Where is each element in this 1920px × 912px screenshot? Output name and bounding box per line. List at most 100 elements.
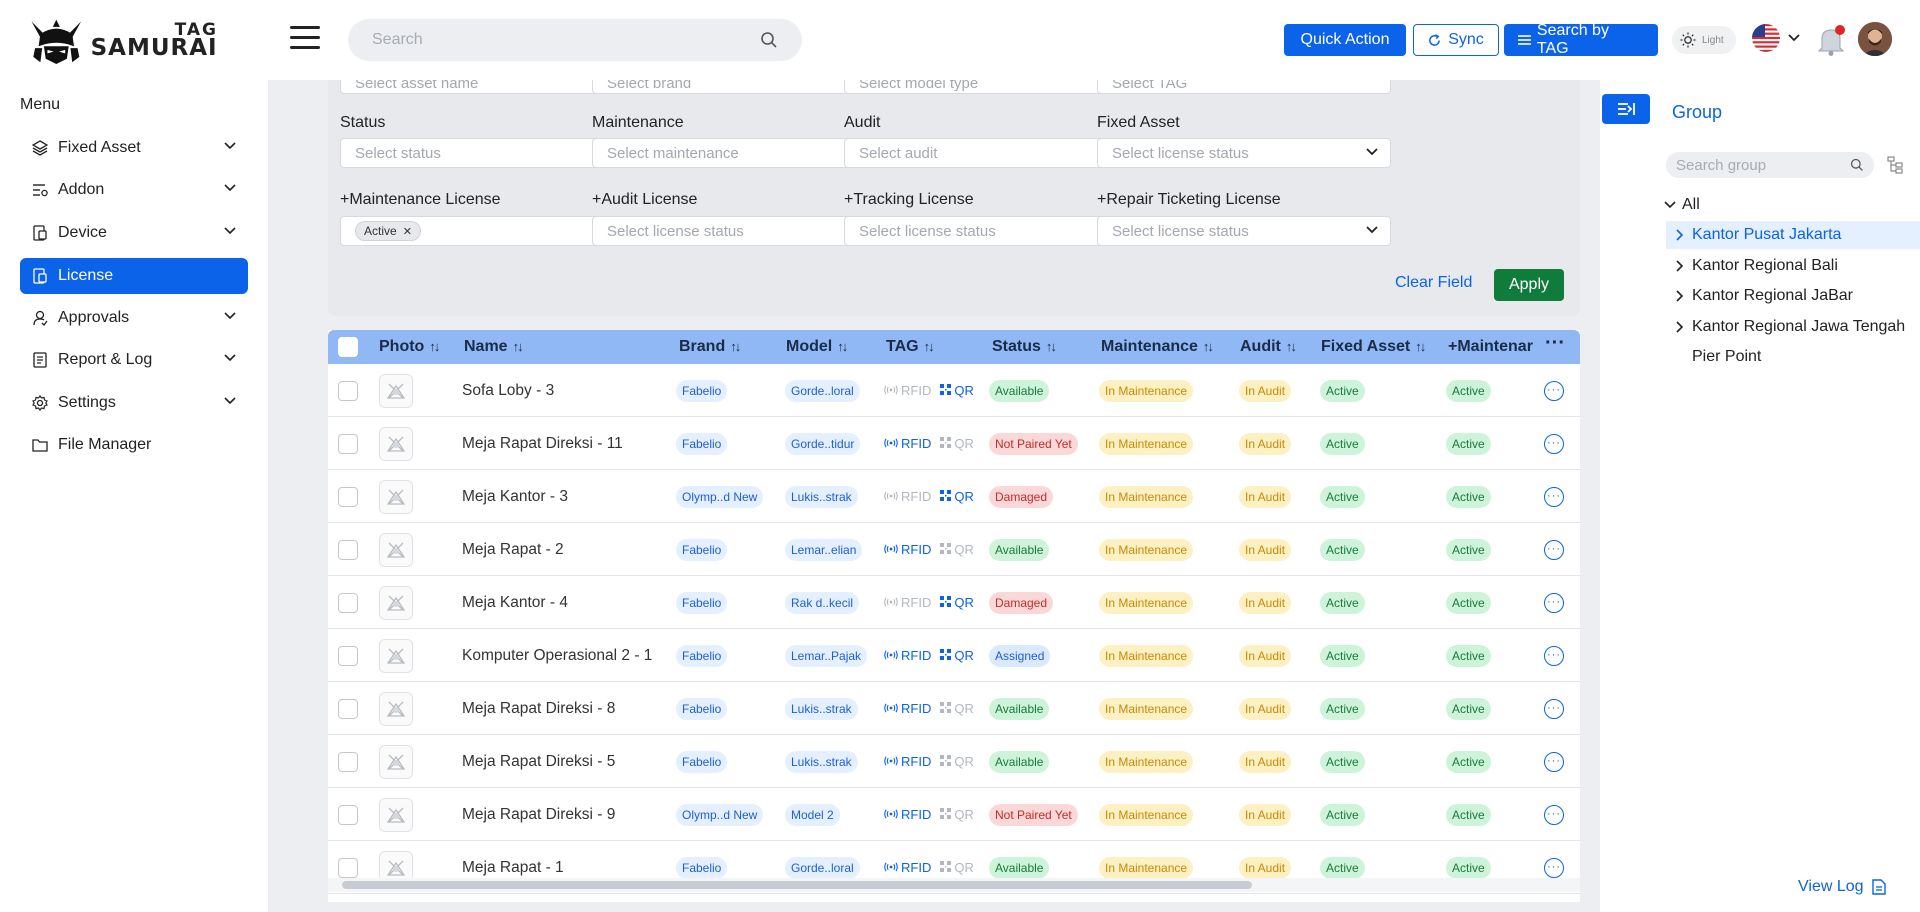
- filter-brand[interactable]: Select brand: [592, 80, 886, 94]
- sidebar-item-report-log[interactable]: Report & Log: [20, 342, 248, 378]
- search-icon[interactable]: [1850, 158, 1864, 172]
- chip-remove-icon[interactable]: ✕: [403, 225, 412, 238]
- asset-photo-placeholder-icon[interactable]: [379, 744, 413, 779]
- asset-photo-placeholder-icon[interactable]: [379, 797, 413, 832]
- group-item-kantor-regional-jabar[interactable]: Kantor Regional JaBar: [1666, 282, 1853, 310]
- horizontal-scroll-thumb[interactable]: [342, 881, 1252, 889]
- asset-photo-placeholder-icon[interactable]: [379, 638, 413, 673]
- asset-photo-placeholder-icon[interactable]: [379, 426, 413, 461]
- column-header-photo[interactable]: Photo ↑↓: [379, 338, 440, 356]
- filter-tracking-license-select[interactable]: Select license status: [844, 216, 1138, 246]
- sort-icon[interactable]: ↑↓: [513, 339, 524, 354]
- row-checkbox[interactable]: [338, 645, 358, 666]
- row-checkbox[interactable]: [338, 751, 358, 772]
- apply-button[interactable]: Apply: [1494, 269, 1564, 301]
- table-row[interactable]: Komputer Operasional 2 - 1 Fabelio Lemar..…: [328, 629, 1580, 682]
- notification-bell-icon[interactable]: [1816, 24, 1846, 56]
- column-header-maintenance-license[interactable]: +Maintenar: [1448, 338, 1534, 356]
- column-header-model[interactable]: Model ↑↓: [786, 338, 848, 356]
- asset-name[interactable]: Meja Rapat Direksi - 5: [462, 735, 615, 788]
- row-actions-icon[interactable]: ···: [1544, 433, 1564, 454]
- filter-tag[interactable]: Select TAG: [1097, 80, 1391, 94]
- asset-photo-placeholder-icon[interactable]: [379, 373, 413, 408]
- quick-action-button[interactable]: Quick Action: [1284, 24, 1406, 56]
- row-checkbox[interactable]: [338, 539, 358, 560]
- row-actions-icon[interactable]: ···: [1544, 857, 1564, 878]
- table-row[interactable]: Sofa Loby - 3 Fabelio Gorde..loral RFID QR Av…: [328, 364, 1580, 417]
- sort-icon[interactable]: ↑↓: [1046, 339, 1057, 354]
- sort-icon[interactable]: ↑↓: [1415, 339, 1426, 354]
- group-search-input[interactable]: [1676, 156, 1850, 174]
- row-actions-icon[interactable]: ···: [1544, 645, 1564, 666]
- asset-photo-placeholder-icon[interactable]: [379, 532, 413, 567]
- table-row[interactable]: Meja Kantor - 4 Fabelio Rak d..kecil RFID QR…: [328, 576, 1580, 629]
- column-header-tag[interactable]: TAG ↑↓: [886, 338, 935, 356]
- row-actions-icon[interactable]: ···: [1544, 592, 1564, 613]
- table-row[interactable]: Meja Rapat - 2 Fabelio Lemar..elian RFID QR A…: [328, 523, 1580, 576]
- asset-name[interactable]: Meja Rapat Direksi - 11: [462, 417, 623, 470]
- asset-name[interactable]: Meja Rapat Direksi - 8: [462, 682, 615, 735]
- row-checkbox[interactable]: [338, 857, 358, 878]
- column-header-brand[interactable]: Brand ↑↓: [679, 338, 741, 356]
- group-item-kantor-pusat-jakarta[interactable]: Kantor Pusat Jakarta: [1666, 221, 1920, 249]
- asset-photo-placeholder-icon[interactable]: [379, 479, 413, 514]
- filter-maintenance-license-select[interactable]: Active ✕: [340, 216, 634, 246]
- row-checkbox[interactable]: [338, 486, 358, 507]
- table-row[interactable]: Meja Rapat Direksi - 11 Fabelio Gorde..tid…: [328, 417, 1580, 470]
- row-checkbox[interactable]: [338, 592, 358, 613]
- asset-name[interactable]: Sofa Loby - 3: [462, 364, 554, 417]
- asset-name[interactable]: Komputer Operasional 2 - 1: [462, 629, 652, 682]
- search-icon[interactable]: [760, 31, 778, 49]
- filter-audit-select[interactable]: Select audit: [844, 138, 1138, 168]
- asset-photo-placeholder-icon[interactable]: [379, 691, 413, 726]
- sidebar-item-addon[interactable]: Addon: [20, 172, 248, 208]
- table-row[interactable]: Meja Rapat Direksi - 5 Fabelio Lukis..stra…: [328, 735, 1580, 788]
- row-actions-icon[interactable]: ···: [1544, 698, 1564, 719]
- sidebar-item-approvals[interactable]: Approvals: [20, 300, 248, 336]
- group-search[interactable]: [1666, 152, 1874, 178]
- filter-status-select[interactable]: Select status: [340, 138, 634, 168]
- column-header-fixed-asset[interactable]: Fixed Asset ↑↓: [1321, 338, 1426, 356]
- filter-model-type[interactable]: Select model type: [844, 80, 1138, 94]
- tree-structure-icon[interactable]: [1887, 156, 1903, 174]
- row-actions-icon[interactable]: ···: [1544, 486, 1564, 507]
- table-row[interactable]: Meja Rapat Direksi - 8 Fabelio Lukis..stra…: [328, 682, 1580, 735]
- select-all-checkbox[interactable]: [338, 337, 358, 357]
- group-item-kantor-regional-bali[interactable]: Kantor Regional Bali: [1666, 252, 1838, 280]
- group-item-kantor-regional-jawa-tengah[interactable]: Kantor Regional Jawa Tengah: [1666, 313, 1905, 341]
- asset-photo-placeholder-icon[interactable]: [379, 585, 413, 620]
- user-avatar[interactable]: [1858, 22, 1892, 56]
- asset-name[interactable]: Meja Kantor - 3: [462, 470, 568, 523]
- table-row[interactable]: Meja Kantor - 3 Olymp..d New Lukis..strak R…: [328, 470, 1580, 523]
- row-checkbox[interactable]: [338, 380, 358, 401]
- sidebar-item-file-manager[interactable]: File Manager: [20, 427, 248, 463]
- column-header-audit[interactable]: Audit ↑↓: [1240, 338, 1297, 356]
- view-log-link[interactable]: View Log: [1798, 878, 1886, 896]
- row-actions-icon[interactable]: ···: [1544, 380, 1564, 401]
- row-actions-icon[interactable]: ···: [1544, 804, 1564, 825]
- us-flag-icon[interactable]: [1752, 24, 1780, 52]
- filter-maintenance-select[interactable]: Select maintenance: [592, 138, 886, 168]
- row-checkbox[interactable]: [338, 433, 358, 454]
- hamburger-menu-icon[interactable]: [290, 26, 320, 52]
- filter-audit-license-select[interactable]: Select license status: [592, 216, 886, 246]
- sort-icon[interactable]: ↑↓: [429, 339, 440, 354]
- sort-icon[interactable]: ↑↓: [1286, 339, 1297, 354]
- global-search[interactable]: [348, 19, 802, 61]
- asset-name[interactable]: Meja Rapat Direksi - 9: [462, 788, 615, 841]
- column-header-status[interactable]: Status ↑↓: [992, 338, 1057, 356]
- row-checkbox[interactable]: [338, 698, 358, 719]
- column-header-name[interactable]: Name ↑↓: [464, 338, 524, 356]
- row-checkbox[interactable]: [338, 804, 358, 825]
- group-panel-toggle-icon[interactable]: [1602, 94, 1650, 124]
- filter-fixed-asset-select[interactable]: Select license status: [1097, 138, 1391, 168]
- table-row[interactable]: Meja Rapat Direksi - 9 Olymp..d New Model …: [328, 788, 1580, 841]
- horizontal-scrollbar[interactable]: [328, 878, 1580, 892]
- filter-repair-ticketing-license-select[interactable]: Select license status: [1097, 216, 1391, 246]
- clear-field-link[interactable]: Clear Field: [1395, 274, 1472, 292]
- sync-button[interactable]: Sync: [1413, 24, 1499, 56]
- row-actions-icon[interactable]: ···: [1544, 751, 1564, 772]
- group-tree-root[interactable]: All: [1664, 191, 1700, 219]
- row-actions-icon[interactable]: ···: [1544, 539, 1564, 560]
- asset-name[interactable]: Meja Rapat - 2: [462, 523, 564, 576]
